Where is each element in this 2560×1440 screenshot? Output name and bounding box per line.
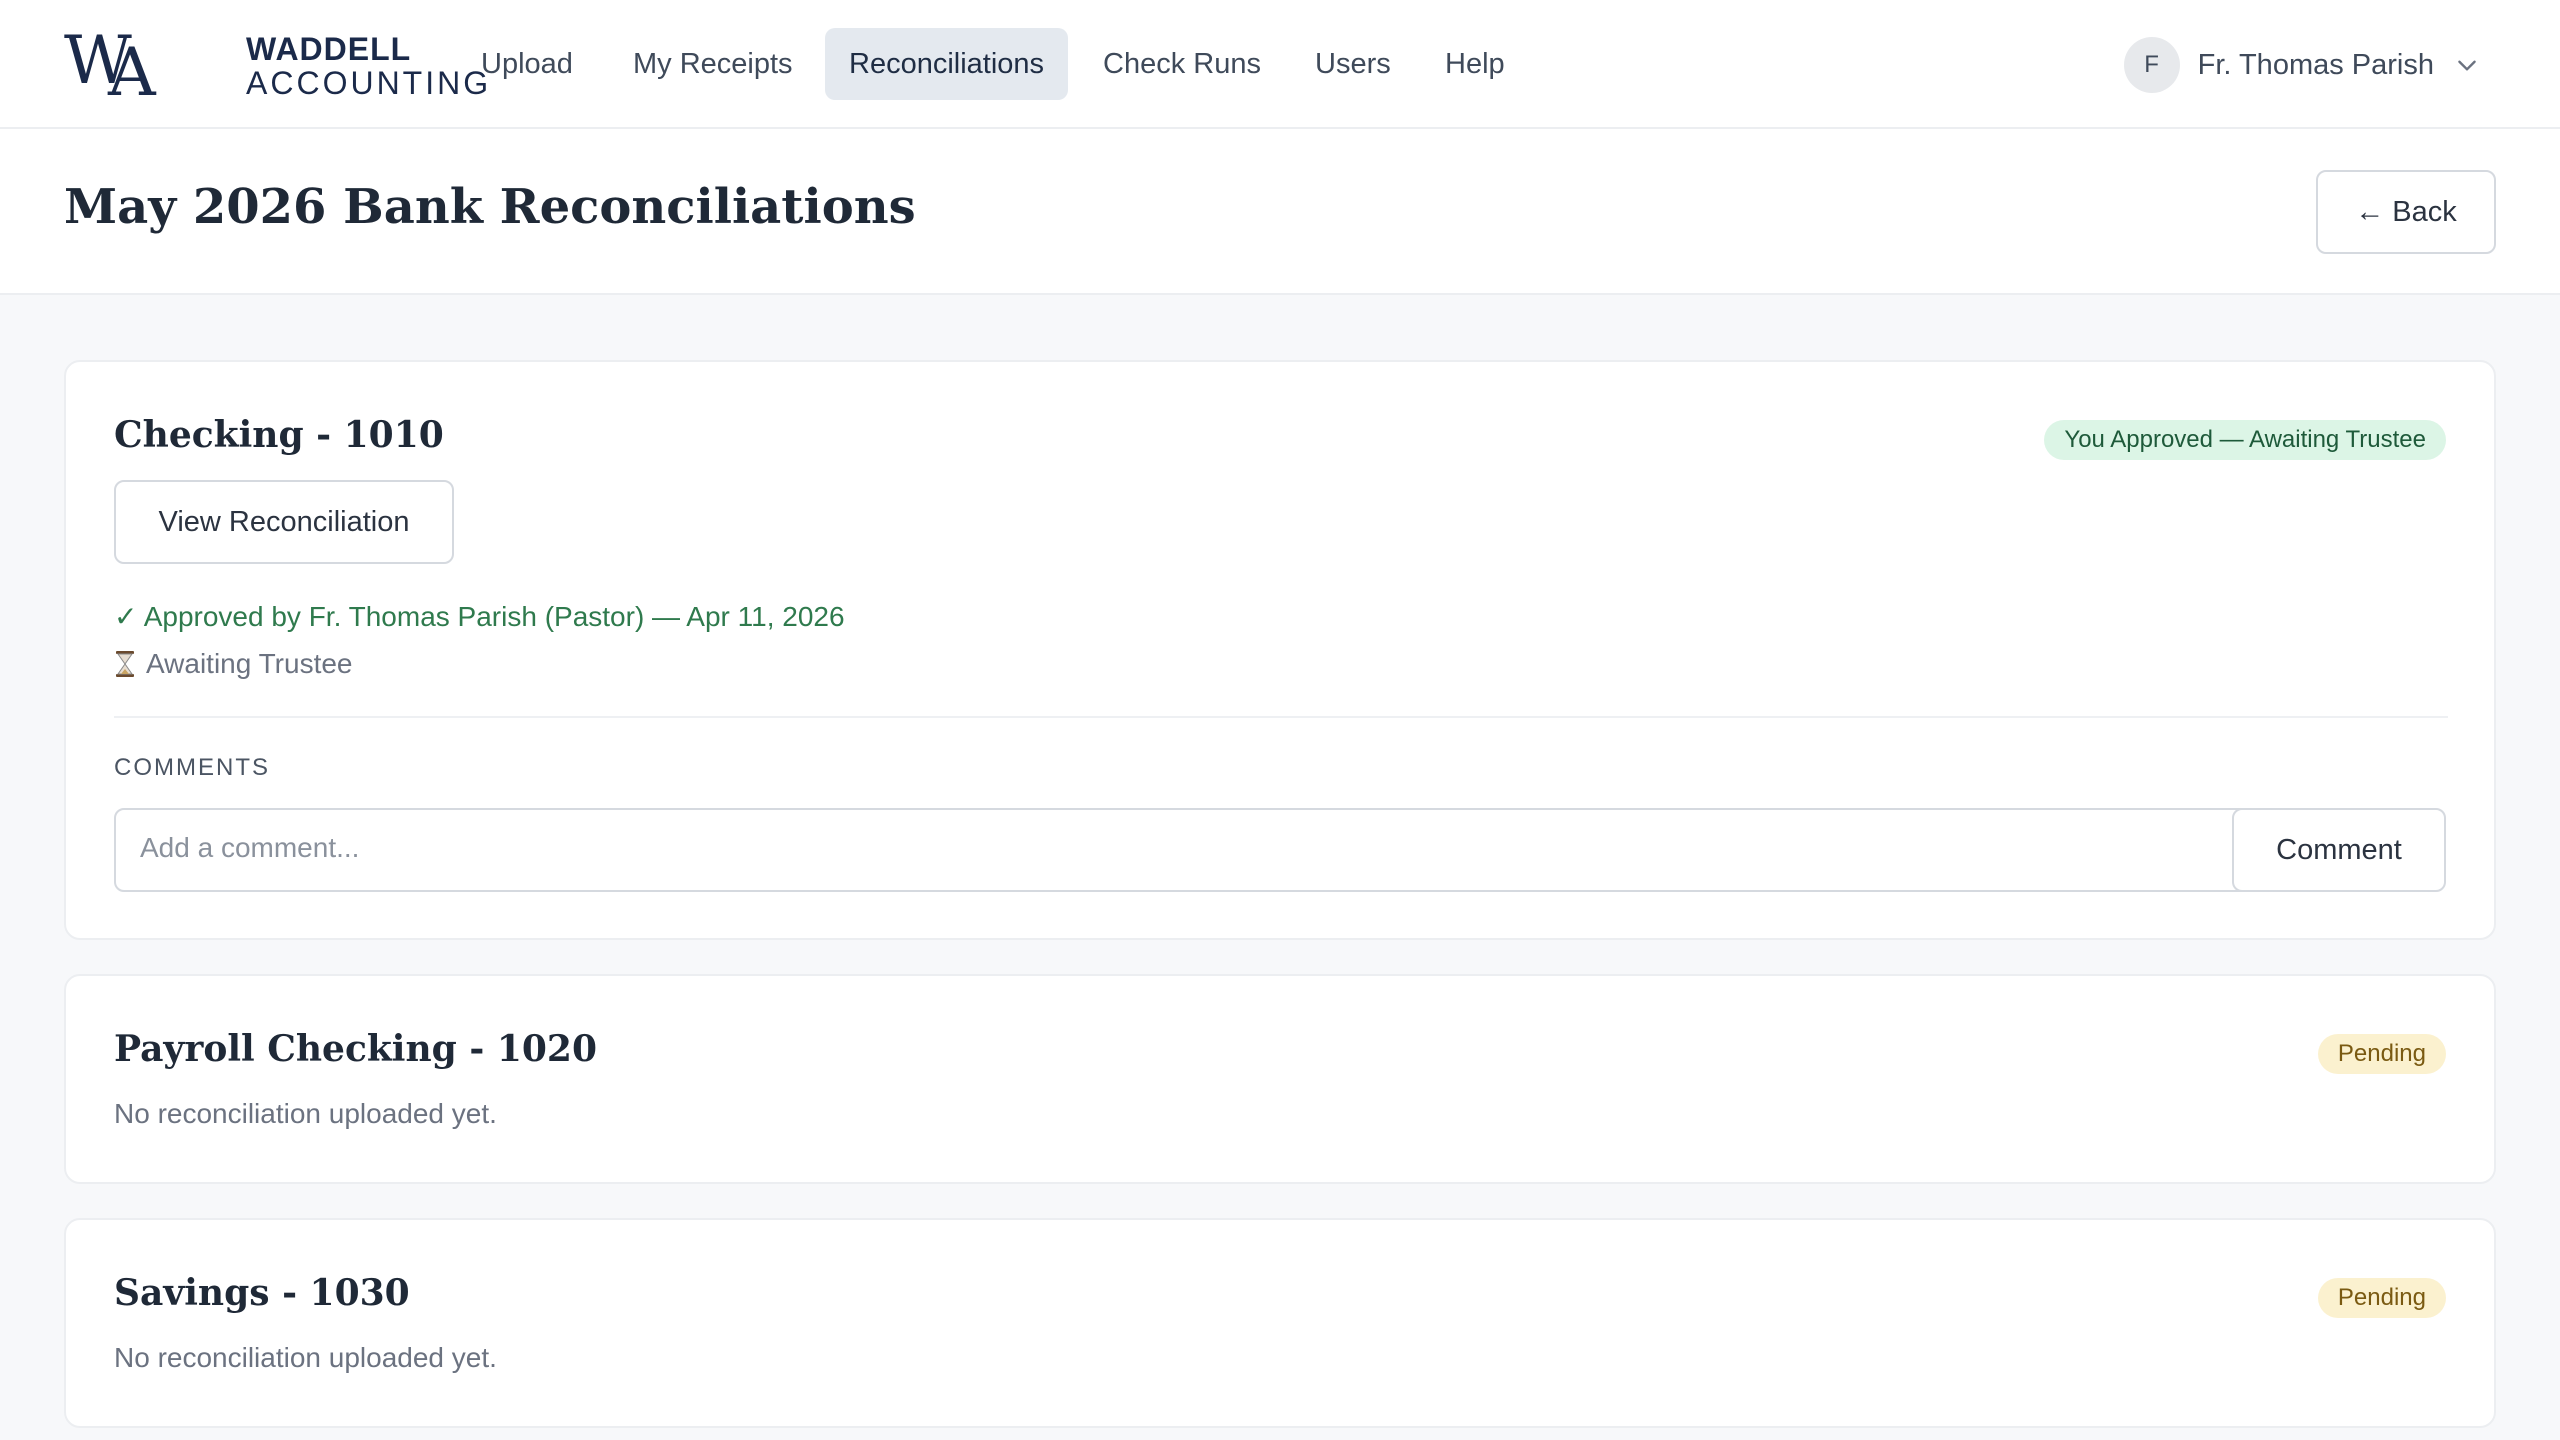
brand-name-line2: ACCOUNTING <box>246 65 492 101</box>
logo-mark: WA <box>64 22 156 111</box>
user-menu[interactable]: F Fr. Thomas Parish <box>2123 36 2480 94</box>
avatar: F <box>2123 37 2180 93</box>
nav-item-check-runs[interactable]: Check Runs <box>1079 28 1285 100</box>
awaiting-label: Awaiting Trustee <box>146 648 353 679</box>
status-badge: Pending <box>2317 1278 2446 1318</box>
account-title: Checking - 1010 <box>114 414 444 456</box>
empty-message: No reconciliation uploaded yet. <box>114 1342 497 1373</box>
brand-name-line1: WADDELL <box>246 31 412 67</box>
view-reconciliation-button[interactable]: View Reconciliation <box>114 480 454 564</box>
page-title: May 2026 Bank Reconciliations <box>64 179 916 235</box>
awaiting-status: Awaiting Trustee <box>114 648 353 680</box>
account-card-savings: Savings - 1030 Pending No reconciliation… <box>64 1218 2496 1428</box>
comments-heading: COMMENTS <box>114 754 270 781</box>
page-header: May 2026 Bank Reconciliations ← Back <box>0 129 2560 295</box>
nav-item-help[interactable]: Help <box>1421 28 1529 100</box>
status-badge: You Approved — Awaiting Trustee <box>2044 420 2446 460</box>
user-name: Fr. Thomas Parish <box>2197 48 2434 81</box>
status-badge: Pending <box>2317 1034 2446 1074</box>
top-navigation: WA WADDELL ACCOUNTING Upload My Receipts… <box>0 0 2560 129</box>
account-title: Payroll Checking - 1020 <box>114 1028 598 1070</box>
back-button[interactable]: ← Back <box>2316 170 2496 254</box>
nav-item-my-receipts[interactable]: My Receipts <box>609 28 817 100</box>
account-card-payroll-checking: Payroll Checking - 1020 Pending No recon… <box>64 974 2496 1184</box>
account-title: Savings - 1030 <box>114 1272 410 1314</box>
company-logo[interactable]: WA WADDELL ACCOUNTING <box>64 22 492 111</box>
nav-item-upload[interactable]: Upload <box>457 28 597 100</box>
hourglass-icon <box>116 651 134 677</box>
empty-message: No reconciliation uploaded yet. <box>114 1098 497 1129</box>
comment-input[interactable] <box>114 808 2332 892</box>
approval-status: ✓ Approved by Fr. Thomas Parish (Pastor)… <box>114 601 845 632</box>
nav-item-reconciliations[interactable]: Reconciliations <box>825 28 1069 100</box>
account-card-checking: Checking - 1010 You Approved — Awaiting … <box>64 360 2496 940</box>
comment-button[interactable]: Comment <box>2232 808 2446 892</box>
nav-item-users[interactable]: Users <box>1291 28 1415 100</box>
chevron-down-icon <box>2458 60 2476 71</box>
divider <box>114 716 2448 718</box>
